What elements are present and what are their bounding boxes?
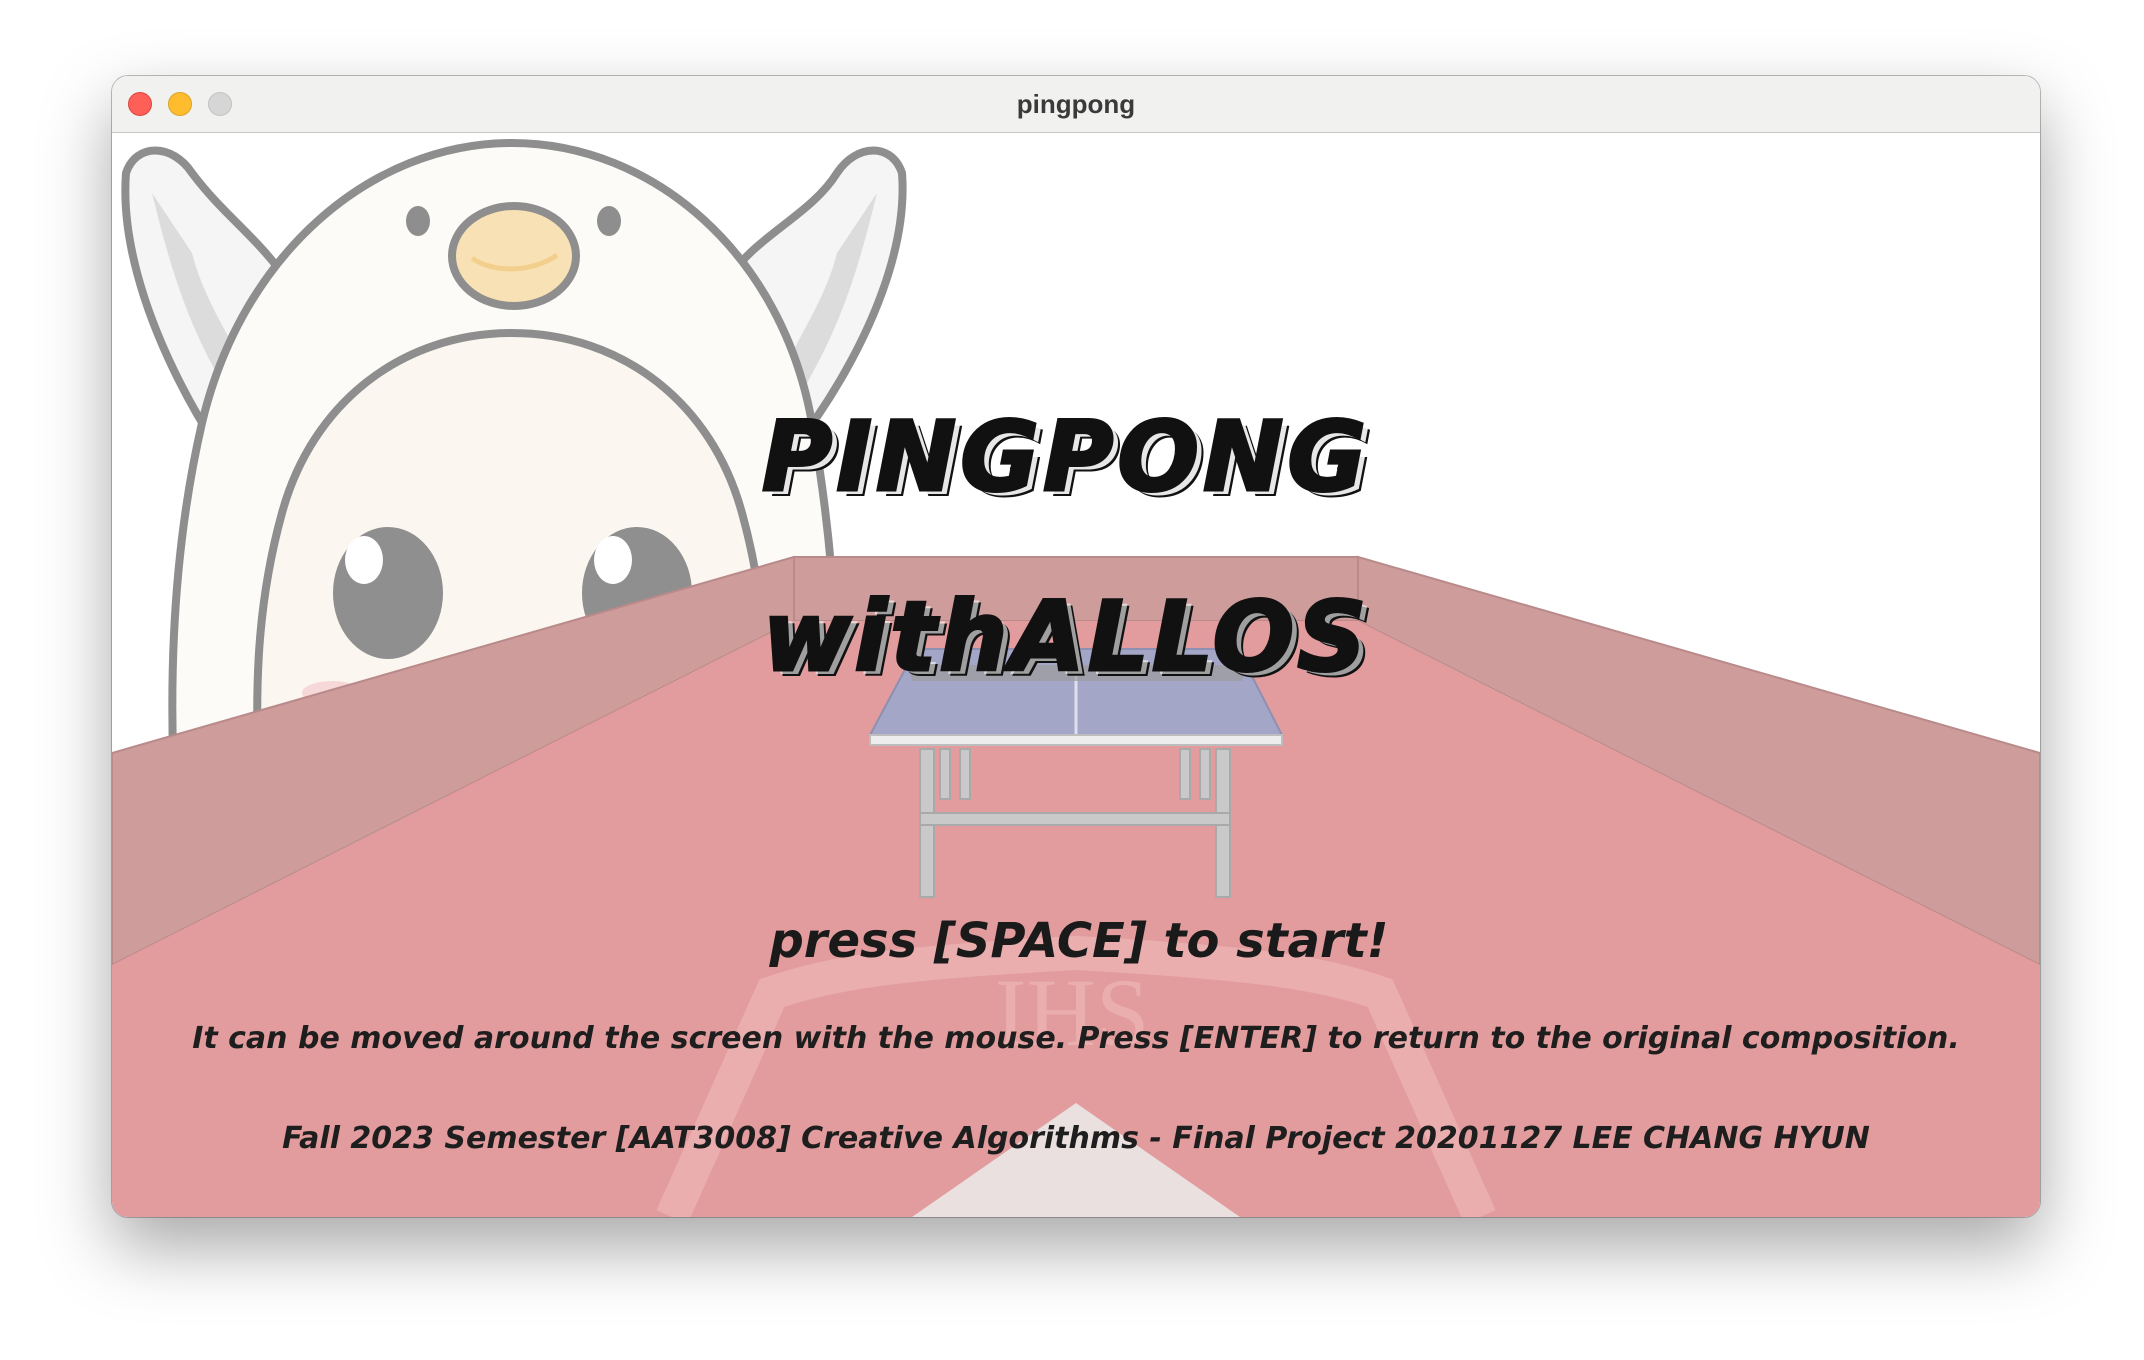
game-title-line-2: withALLOS: [761, 580, 1370, 695]
game-title-line-1: PINGPONG: [760, 400, 1371, 515]
title-bar[interactable]: pingpong: [112, 76, 2040, 133]
game-canvas[interactable]: IHS PINGPONG withALLOS press [SPACE] to …: [112, 133, 2040, 1217]
start-prompt: press [SPACE] to start!: [769, 913, 1389, 969]
credit-line: Fall 2023 Semester [AAT3008] Creative Al…: [282, 1121, 1870, 1156]
window-title: pingpong: [1016, 89, 1136, 119]
controls-hint: It can be moved around the screen with t…: [192, 1021, 1960, 1056]
app-window: pingpong IHS PINGPONG withALLOS press [S…: [112, 76, 2040, 1217]
